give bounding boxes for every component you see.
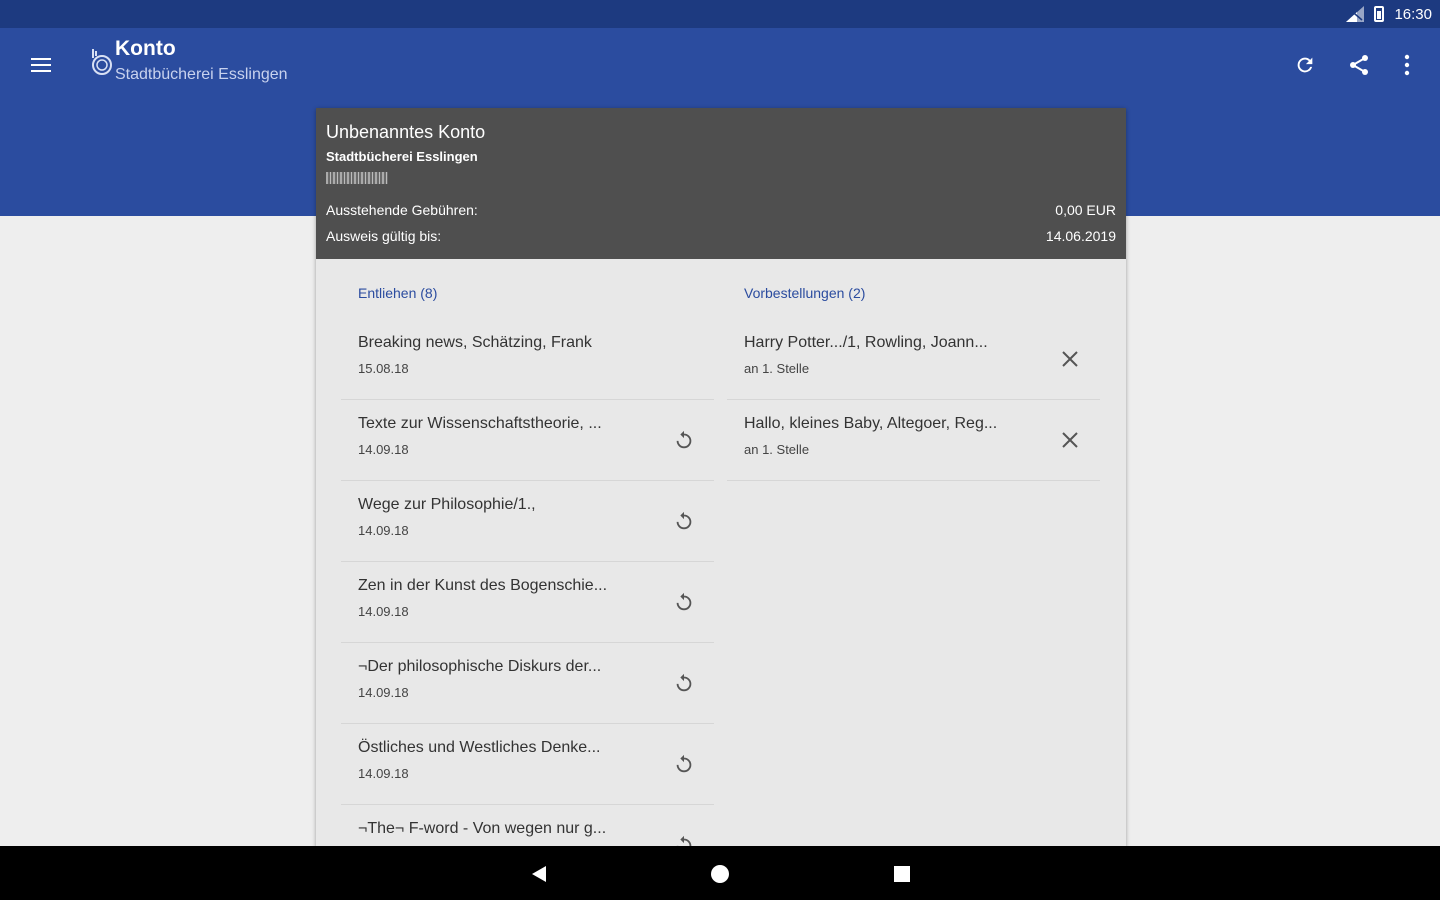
account-library: Stadtbücherei Esslingen <box>326 149 478 164</box>
lent-item[interactable]: Zen in der Kunst des Bogenschie... 14.09.… <box>341 562 714 643</box>
more-options-button[interactable] <box>1388 46 1426 84</box>
refresh-button[interactable] <box>1286 46 1324 84</box>
lent-item-due-date: 14.09.18 <box>358 442 409 457</box>
lent-item-title: ¬The¬ F-word - Von wegen nur g... <box>358 820 607 837</box>
renew-button[interactable] <box>668 424 700 456</box>
lent-list: Entliehen (8) Breaking news, Schätzing, … <box>341 259 714 848</box>
validity-row: Ausweis gültig bis: 14.06.2019 <box>326 228 1116 244</box>
lent-item-title: Östliches und Westliches Denke... <box>358 739 601 756</box>
share-button[interactable] <box>1340 46 1378 84</box>
cancel-reservation-button[interactable] <box>1054 424 1086 456</box>
lent-item-title: ¬Der philosophische Diskurs der... <box>358 658 602 675</box>
renew-button[interactable] <box>668 586 700 618</box>
reservations-section-title: Vorbestellungen (2) <box>744 285 866 301</box>
renew-button[interactable] <box>668 748 700 780</box>
lent-item-due-date: 15.08.18 <box>358 361 409 376</box>
renew-icon <box>676 754 692 773</box>
app-title: Konto <box>115 37 176 60</box>
lent-item-due-date: 14.09.18 <box>358 685 409 700</box>
reservation-item-position: an 1. Stelle <box>744 361 810 376</box>
menu-button[interactable] <box>22 46 60 84</box>
more-vert-icon <box>1404 54 1410 76</box>
account-card: Unbenanntes Konto Stadtbücherei Esslinge… <box>316 108 1126 848</box>
account-header: Unbenanntes Konto Stadtbücherei Esslinge… <box>316 108 1126 259</box>
library-logo-icon <box>92 49 112 75</box>
back-icon[interactable] <box>528 863 550 885</box>
lent-item-due-date: 14.09.18 <box>358 604 409 619</box>
lent-item-due-date: 14.09.18 <box>358 766 409 781</box>
lent-item[interactable]: Wege zur Philosophie/1., 14.09.18 <box>341 481 714 562</box>
renew-icon <box>676 511 692 530</box>
system-navigation-bar <box>0 846 1440 900</box>
lent-item[interactable]: Breaking news, Schätzing, Frank 15.08.18 <box>341 319 714 400</box>
fees-label: Ausstehende Gebühren: <box>326 202 478 218</box>
home-icon[interactable] <box>709 863 731 885</box>
renew-icon <box>676 673 692 692</box>
renew-button[interactable] <box>668 505 700 537</box>
reservation-item-title: Hallo, kleines Baby, Altegoer, Reg... <box>744 415 998 432</box>
app-subtitle: Stadtbücherei Esslingen <box>115 66 288 83</box>
account-card-number-redacted <box>326 172 388 184</box>
reservation-item[interactable]: Harry Potter.../1, Rowling, Joann... an 1… <box>727 319 1100 400</box>
menu-icon <box>31 58 51 60</box>
lent-item[interactable]: Texte zur Wissenschaftstheorie, ... 14.09… <box>341 400 714 481</box>
lent-item[interactable]: ¬Der philosophische Diskurs der... 14.09.… <box>341 643 714 724</box>
refresh-icon <box>1297 57 1313 73</box>
cancel-reservation-icon <box>1062 351 1078 367</box>
renew-icon <box>676 430 692 449</box>
reservation-item[interactable]: Hallo, kleines Baby, Altegoer, Reg... an … <box>727 400 1100 481</box>
reservations-list: Vorbestellungen (2) Harry Potter.../1, R… <box>727 259 1100 481</box>
signal-icon <box>1346 6 1365 22</box>
validity-label: Ausweis gültig bis: <box>326 228 442 244</box>
lent-item-title: Zen in der Kunst des Bogenschie... <box>358 577 608 594</box>
lent-item-title: Texte zur Wissenschaftstheorie, ... <box>358 415 602 432</box>
share-icon <box>1350 55 1368 75</box>
lent-item-due-date: 14.09.18 <box>358 523 409 538</box>
account-name: Unbenanntes Konto <box>326 122 486 142</box>
fees-value: 0,00 EUR <box>1055 202 1116 218</box>
status-time: 16:30 <box>1394 5 1432 23</box>
validity-value: 14.06.2019 <box>1045 228 1116 244</box>
lent-section-title: Entliehen (8) <box>358 285 438 301</box>
cancel-reservation-button[interactable] <box>1054 343 1086 375</box>
renew-button[interactable] <box>668 667 700 699</box>
reservation-item-position: an 1. Stelle <box>744 442 810 457</box>
battery-icon <box>1374 6 1385 22</box>
reservation-item-title: Harry Potter.../1, Rowling, Joann... <box>744 334 988 351</box>
lent-item[interactable]: Östliches und Westliches Denke... 14.09.1… <box>341 724 714 805</box>
renew-icon <box>676 592 692 611</box>
status-bar: 16:30 <box>0 0 1440 28</box>
lent-item-title: Wege zur Philosophie/1., <box>358 496 536 513</box>
recents-icon[interactable] <box>891 863 913 885</box>
lent-item[interactable]: ¬The¬ F-word - Von wegen nur g... <box>341 805 714 848</box>
lent-item-title: Breaking news, Schätzing, Frank <box>358 334 592 351</box>
cancel-reservation-icon <box>1062 432 1078 448</box>
status-icons: 16:30 <box>1346 4 1432 24</box>
fees-row: Ausstehende Gebühren: 0,00 EUR <box>326 202 1116 218</box>
